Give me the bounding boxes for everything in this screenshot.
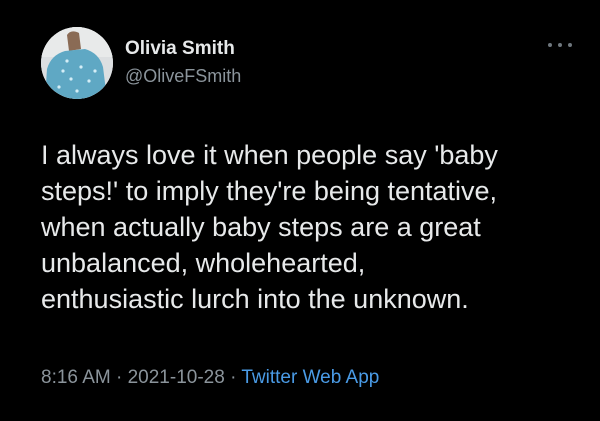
tweet-date[interactable]: 2021-10-28: [128, 367, 225, 388]
tweet-source-link[interactable]: Twitter Web App: [241, 367, 379, 388]
tweet-card: Olivia Smith @OliveFSmith I always love …: [0, 0, 600, 421]
tweet-text-line: enthusiastic lurch into the unknown.: [41, 284, 469, 314]
tweet-text-line: unbalanced, wholehearted,: [41, 248, 366, 278]
avatar[interactable]: [41, 27, 113, 99]
author-handle[interactable]: @OliveFSmith: [125, 66, 241, 87]
tweet-text: I always love it when people say 'baby s…: [41, 137, 581, 317]
meta-separator: ·: [224, 367, 242, 388]
tweet-meta: 8:16 AM · 2021-10-28 · Twitter Web App: [41, 367, 379, 389]
ellipsis-dot: [558, 43, 562, 47]
ellipsis-dot: [568, 43, 572, 47]
more-options-icon[interactable]: [548, 38, 572, 52]
tweet-time[interactable]: 8:16 AM: [41, 367, 111, 388]
tweet-text-line: steps!' to imply they're being tentative…: [41, 176, 498, 206]
ellipsis-dot: [548, 43, 552, 47]
meta-separator: ·: [110, 367, 128, 388]
author-display-name[interactable]: Olivia Smith: [125, 38, 235, 60]
avatar-photo-icon: [41, 27, 113, 99]
tweet-text-line: I always love it when people say 'baby: [41, 140, 498, 170]
tweet-text-line: when actually baby steps are a great: [41, 212, 481, 242]
